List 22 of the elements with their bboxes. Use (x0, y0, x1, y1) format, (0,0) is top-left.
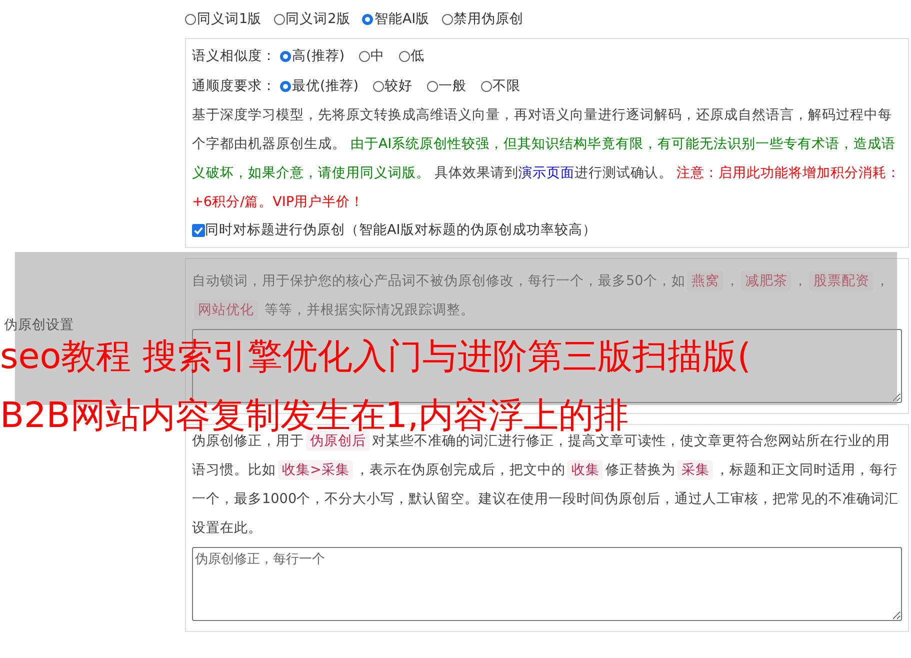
option-radio[interactable]: 较好 (372, 77, 413, 95)
mode-radio[interactable]: 同义词1版 (185, 10, 262, 28)
option-label: 通顺度要求： (192, 77, 276, 95)
correction-help: 伪原创修正，用于 伪原创后 对某些不准确的词汇进行修正，提高文章可读性，使文章更符合您网站所在行业的用语习惯。比如 收集>采集 ，表示在伪原创完成后，把文中的 收集 修正替换为 采集 ，标题和正文同时适用，每行一个，最多1000个，不分大小写，默认留空。建议在使用一段时间伪原创后，通过人工审核，把常见的不准确词汇设置在此。 (192, 431, 900, 538)
mode-radio[interactable]: 同义词2版 (274, 10, 350, 28)
overlay-title: seo教程 搜索引擎优化入门与进阶第三版扫描版( (0, 340, 751, 375)
option-radio[interactable]: 高(推荐) (280, 47, 345, 65)
option-radio[interactable]: 不限 (480, 77, 521, 95)
option-label: 语义相似度： (192, 47, 276, 65)
section-label: 伪原创设置 (4, 316, 74, 334)
option-radio[interactable]: 低 (398, 47, 425, 65)
option-radio[interactable]: 一般 (426, 77, 467, 95)
demo-link[interactable]: 演示页面 (518, 165, 574, 181)
lock-words-help: 自动锁词，用于保护您的核心产品词不被伪原创修改，每行一个，最多50个，如 燕窝 ， 减肥茶 ， 股票配资 ， 网站优化 等等，并根据实际情况跟踪调整。 (192, 270, 890, 322)
correction-field[interactable]: 伪原创修正，每行一个 (192, 547, 902, 621)
mode-radio[interactable]: 智能AI版 (362, 10, 430, 28)
option-radio[interactable]: 最优(推荐) (280, 77, 359, 95)
mode-radio[interactable]: 禁用伪原创 (442, 10, 524, 28)
description-text: 基于深度学习模型，先将原文转换成高维语义向量，再对语义向量进行逐词解码，还原成自然语言，解码过程中每个字都由机器原创生成。 由于AI系统原创性较强，但其知识结构毕竟有限，有可能无法识别一些专有术语，造成语义破坏，如果介意，请使用同义词版。 具体效果请到演示页面进行测试确认。 注意：启用此功能将增加积分消耗：+6积分/篇。VIP用户半价！ (192, 106, 902, 212)
title-checkbox[interactable]: 同时对标题进行伪原创（智能AI版对标题的伪原创成功率较高） (192, 217, 902, 243)
option-radio[interactable]: 中 (358, 47, 385, 65)
overlay-title: B2B网站内容复制发生在1,内容浮上的排 (0, 399, 629, 434)
